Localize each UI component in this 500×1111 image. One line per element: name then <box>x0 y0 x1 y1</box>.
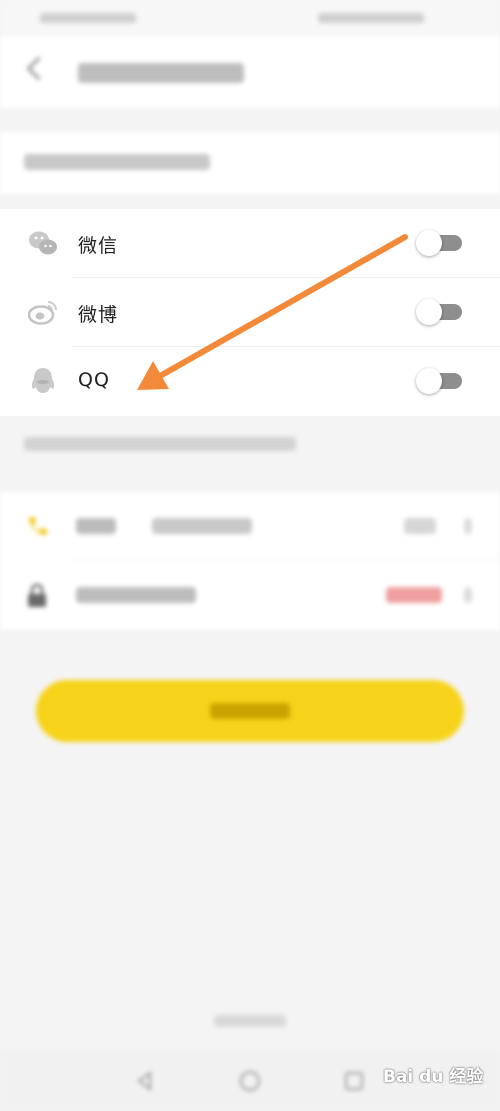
watermark-text: Bai du 经验 <box>383 1067 484 1087</box>
account-hint-row <box>0 132 500 194</box>
chevron-right-icon <box>464 587 472 603</box>
binding-note-text <box>24 437 296 451</box>
carrier-signal-info <box>40 13 136 23</box>
phone-label <box>76 518 116 534</box>
qq-toggle[interactable] <box>416 368 462 394</box>
back-chevron-icon[interactable] <box>26 56 51 81</box>
nav-back-icon[interactable] <box>134 1070 156 1092</box>
weibo-icon <box>28 300 58 325</box>
chevron-right-icon <box>464 518 472 534</box>
weibo-label: 微博 <box>78 304 119 326</box>
wechat-toggle[interactable] <box>416 230 462 256</box>
password-label <box>76 587 196 603</box>
page-title <box>78 63 244 83</box>
qq-label: QQ <box>78 369 110 391</box>
phone-number-value <box>152 518 252 534</box>
toggle-knob <box>416 368 442 394</box>
list-item-wechat[interactable]: 微信 <box>0 209 500 278</box>
battery-time-info <box>318 13 424 23</box>
phone-row[interactable] <box>0 492 500 561</box>
account-security-list <box>0 492 500 630</box>
primary-button[interactable] <box>36 680 464 742</box>
baidu-watermark: Bai du 经验 <box>383 1056 497 1090</box>
toggle-knob <box>416 230 442 256</box>
nav-home-icon[interactable] <box>239 1070 261 1092</box>
list-item-qq[interactable]: QQ <box>0 347 500 416</box>
wechat-icon <box>29 231 57 255</box>
toggle-knob <box>416 299 442 325</box>
password-row[interactable] <box>0 561 500 630</box>
nav-recents-icon[interactable] <box>343 1070 365 1092</box>
wechat-label: 微信 <box>78 235 119 257</box>
qq-icon <box>31 368 55 393</box>
weibo-toggle[interactable] <box>416 299 462 325</box>
social-binding-list: 微信 微博 QQ <box>0 209 500 416</box>
list-item-weibo[interactable]: 微博 <box>0 278 500 347</box>
primary-button-label <box>210 703 290 719</box>
lock-icon <box>28 583 46 607</box>
status-bar <box>0 0 500 36</box>
footer-link[interactable] <box>214 1015 286 1027</box>
app-header <box>0 36 500 108</box>
password-status <box>386 587 442 603</box>
phone-icon <box>28 517 47 536</box>
phone-action <box>404 518 436 534</box>
account-hint-text <box>24 154 210 170</box>
